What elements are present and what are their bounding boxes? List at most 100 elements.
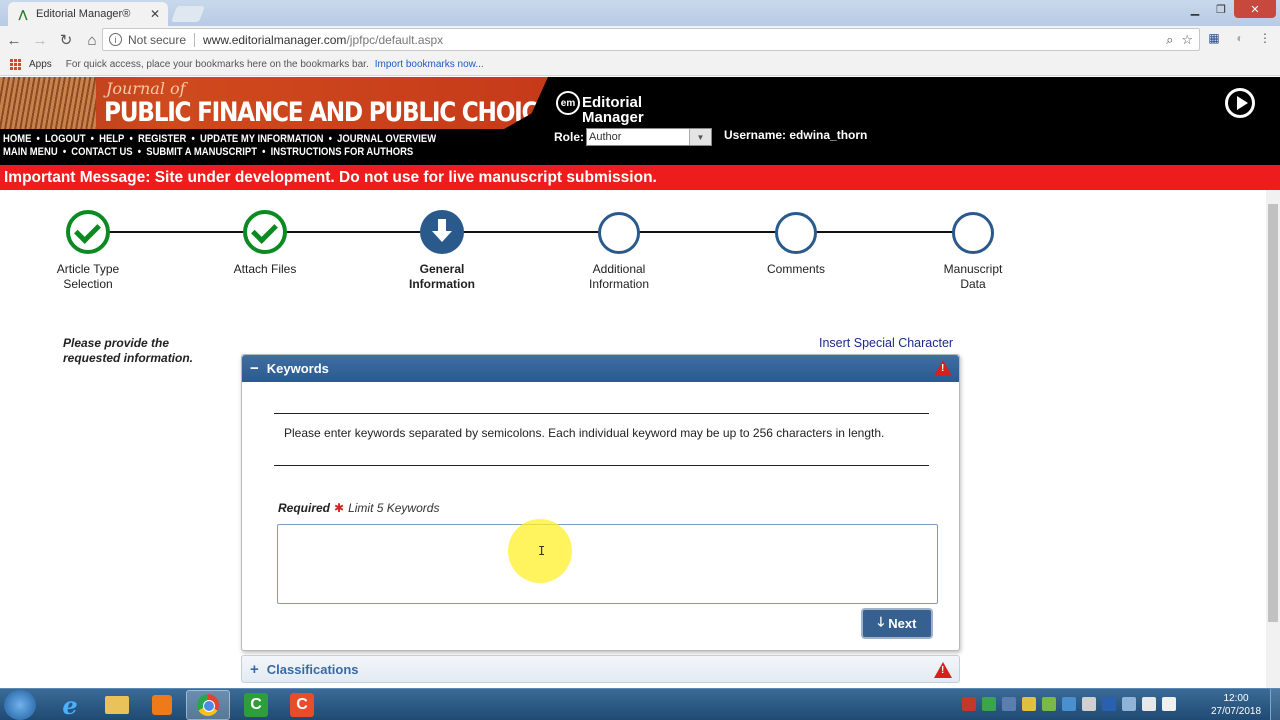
step-label: Comments [726, 262, 866, 277]
next-button[interactable]: 🡓 Next [861, 608, 933, 639]
bluetooth-tray-icon[interactable] [1002, 697, 1016, 711]
chrome-taskbar-icon[interactable] [186, 690, 230, 720]
forward-arrow-icon[interactable]: → [28, 28, 52, 52]
checkmark-icon [243, 210, 287, 254]
nav-link-help[interactable]: HELP [99, 133, 124, 145]
media-glyph-icon [152, 695, 172, 715]
step-label-line-1: Comments [766, 262, 825, 276]
network-tray-icon[interactable] [1062, 697, 1076, 711]
bookmarks-bar: Apps For quick access, place your bookma… [0, 54, 1280, 76]
keywords-panel: − Keywords Please enter keywords separat… [241, 354, 960, 651]
warning-icon [934, 360, 952, 376]
step-label-line-2: Data [960, 277, 986, 291]
flag-tray-icon[interactable] [1122, 697, 1136, 711]
nav-separator: • [36, 133, 40, 145]
nav-link-contact-us[interactable]: CONTACT US [71, 146, 132, 158]
keywords-panel-header[interactable]: − Keywords [242, 355, 959, 382]
dollar-tray-icon[interactable] [1022, 697, 1036, 711]
internet-explorer-icon[interactable]: e [48, 690, 92, 720]
extension-circle-icon[interactable]: ◐ [1231, 29, 1249, 47]
insert-special-character-link[interactable]: Insert Special Character [819, 336, 953, 350]
arrow-down-circle-icon [420, 210, 464, 254]
import-bookmarks-link[interactable]: Import bookmarks now... [375, 59, 484, 70]
restore-icon[interactable]: ❐ [1208, 0, 1234, 18]
bookmarks-hint: For quick access, place your bookmarks h… [65, 59, 369, 70]
play-icon[interactable] [1225, 88, 1255, 118]
step-label: Attach Files [195, 262, 335, 277]
extension-qr-icon[interactable]: ▦ [1205, 29, 1223, 47]
signal-tray-icon[interactable] [1142, 697, 1156, 711]
required-label: Required [278, 501, 331, 515]
window-close-icon[interactable]: ✕ [1234, 0, 1276, 18]
nav-link-logout[interactable]: LOGOUT [45, 133, 85, 145]
folder-icon [105, 696, 129, 714]
journal-name: PUBLIC FINANCE AND PUBLIC CHOICE [104, 97, 552, 128]
chrome-menu-icon[interactable]: ⋮ [1256, 29, 1274, 47]
window-controls: ▁ ❐ ✕ [1182, 0, 1276, 18]
nav-menu-row-2: MAIN MENU • CONTACT US • SUBMIT A MANUSCRIPT… [3, 146, 413, 158]
step-label-line-1: Article Type [56, 262, 120, 276]
step-label: Additional Information [549, 262, 689, 292]
nav-link-journal-overview[interactable]: JOURNAL OVERVIEW [337, 133, 436, 145]
arrow-down-icon: 🡓 [877, 613, 885, 629]
keyword-limit-label: Limit 5 Keywords [348, 501, 440, 515]
zoom-icon[interactable]: ⌕ [1166, 32, 1173, 48]
reload-icon[interactable]: ↻ [54, 28, 78, 52]
em-logo-mark: em [556, 91, 580, 115]
taskbar-clock[interactable]: 12:00 27/07/2018 [1206, 692, 1266, 718]
show-desktop-button[interactable] [1270, 689, 1280, 720]
collapse-icon[interactable]: − [250, 360, 259, 377]
info-icon[interactable]: i [109, 33, 122, 46]
nav-link-home[interactable]: HOME [3, 133, 31, 145]
journal-logo-art [0, 77, 96, 129]
media-player-icon[interactable] [140, 690, 184, 720]
start-button[interactable] [4, 690, 36, 720]
camtasia-recorder-icon[interactable]: C [234, 690, 278, 720]
browser-tab[interactable]: ⋀ Editorial Manager® ✕ [8, 2, 168, 26]
new-tab-button[interactable] [171, 6, 205, 22]
em-logo-text: Editorial Manager [582, 95, 644, 125]
bookmark-star-icon[interactable]: ☆ [1181, 32, 1193, 48]
step-manuscript: Manuscript Data [903, 212, 1043, 292]
nav-link-instructions-for-authors[interactable]: INSTRUCTIONS FOR AUTHORS [271, 146, 414, 158]
journal-banner: Journal of PUBLIC FINANCE AND PUBLIC CHO… [0, 77, 548, 129]
step-label: Article Type Selection [18, 262, 158, 292]
scrollbar-thumb[interactable] [1268, 204, 1278, 622]
volume-tray-icon[interactable] [1162, 697, 1176, 711]
apps-grid-icon[interactable] [10, 59, 21, 70]
office-tray-icon[interactable] [962, 697, 976, 711]
step-article-type: Article Type Selection [18, 210, 158, 292]
instructions-line-1: Please provide the [63, 336, 170, 350]
role-value: Author [589, 131, 622, 143]
display-tray-icon[interactable] [1082, 697, 1096, 711]
page-scrollbar[interactable] [1266, 190, 1280, 688]
chevron-down-icon[interactable]: ▼ [689, 129, 711, 145]
keywords-input[interactable] [277, 524, 938, 604]
minimize-icon[interactable]: ▁ [1182, 0, 1208, 18]
back-arrow-icon[interactable]: ← [2, 28, 26, 52]
nav-link-register[interactable]: REGISTER [138, 133, 186, 145]
nav-link-update-my-information[interactable]: UPDATE MY INFORMATION [200, 133, 324, 145]
tab-close-icon[interactable]: ✕ [150, 7, 160, 21]
camtasia-editor-icon[interactable]: C [280, 690, 324, 720]
word-tray-icon[interactable] [1102, 697, 1116, 711]
expand-icon[interactable]: + [250, 661, 259, 678]
nav-separator: • [62, 146, 67, 158]
address-bar[interactable]: i Not secure www.editorialmanager.com/jp… [102, 28, 1200, 51]
text-cursor-icon: I [538, 544, 546, 558]
home-icon[interactable]: ⌂ [80, 28, 104, 52]
system-tray [962, 697, 1176, 711]
em-logo-line2: Manager [582, 109, 644, 126]
nav-link-main-menu[interactable]: MAIN MENU [3, 146, 58, 158]
classifications-panel-title: Classifications [266, 661, 359, 677]
instructions-line-2: requested information. [63, 351, 194, 365]
nav-link-submit-a-manuscript[interactable]: SUBMIT A MANUSCRIPT [146, 146, 257, 158]
form-instructions: Please provide the requested information… [63, 336, 233, 366]
classifications-panel[interactable]: + Classifications [241, 655, 960, 683]
file-explorer-icon[interactable] [95, 690, 139, 720]
battery-tray-icon[interactable] [1042, 697, 1056, 711]
role-selector: Role: Author ▼ [554, 128, 712, 146]
apps-link[interactable]: Apps [29, 59, 52, 70]
sync-tray-icon[interactable] [982, 697, 996, 711]
role-select[interactable]: Author ▼ [586, 128, 712, 146]
